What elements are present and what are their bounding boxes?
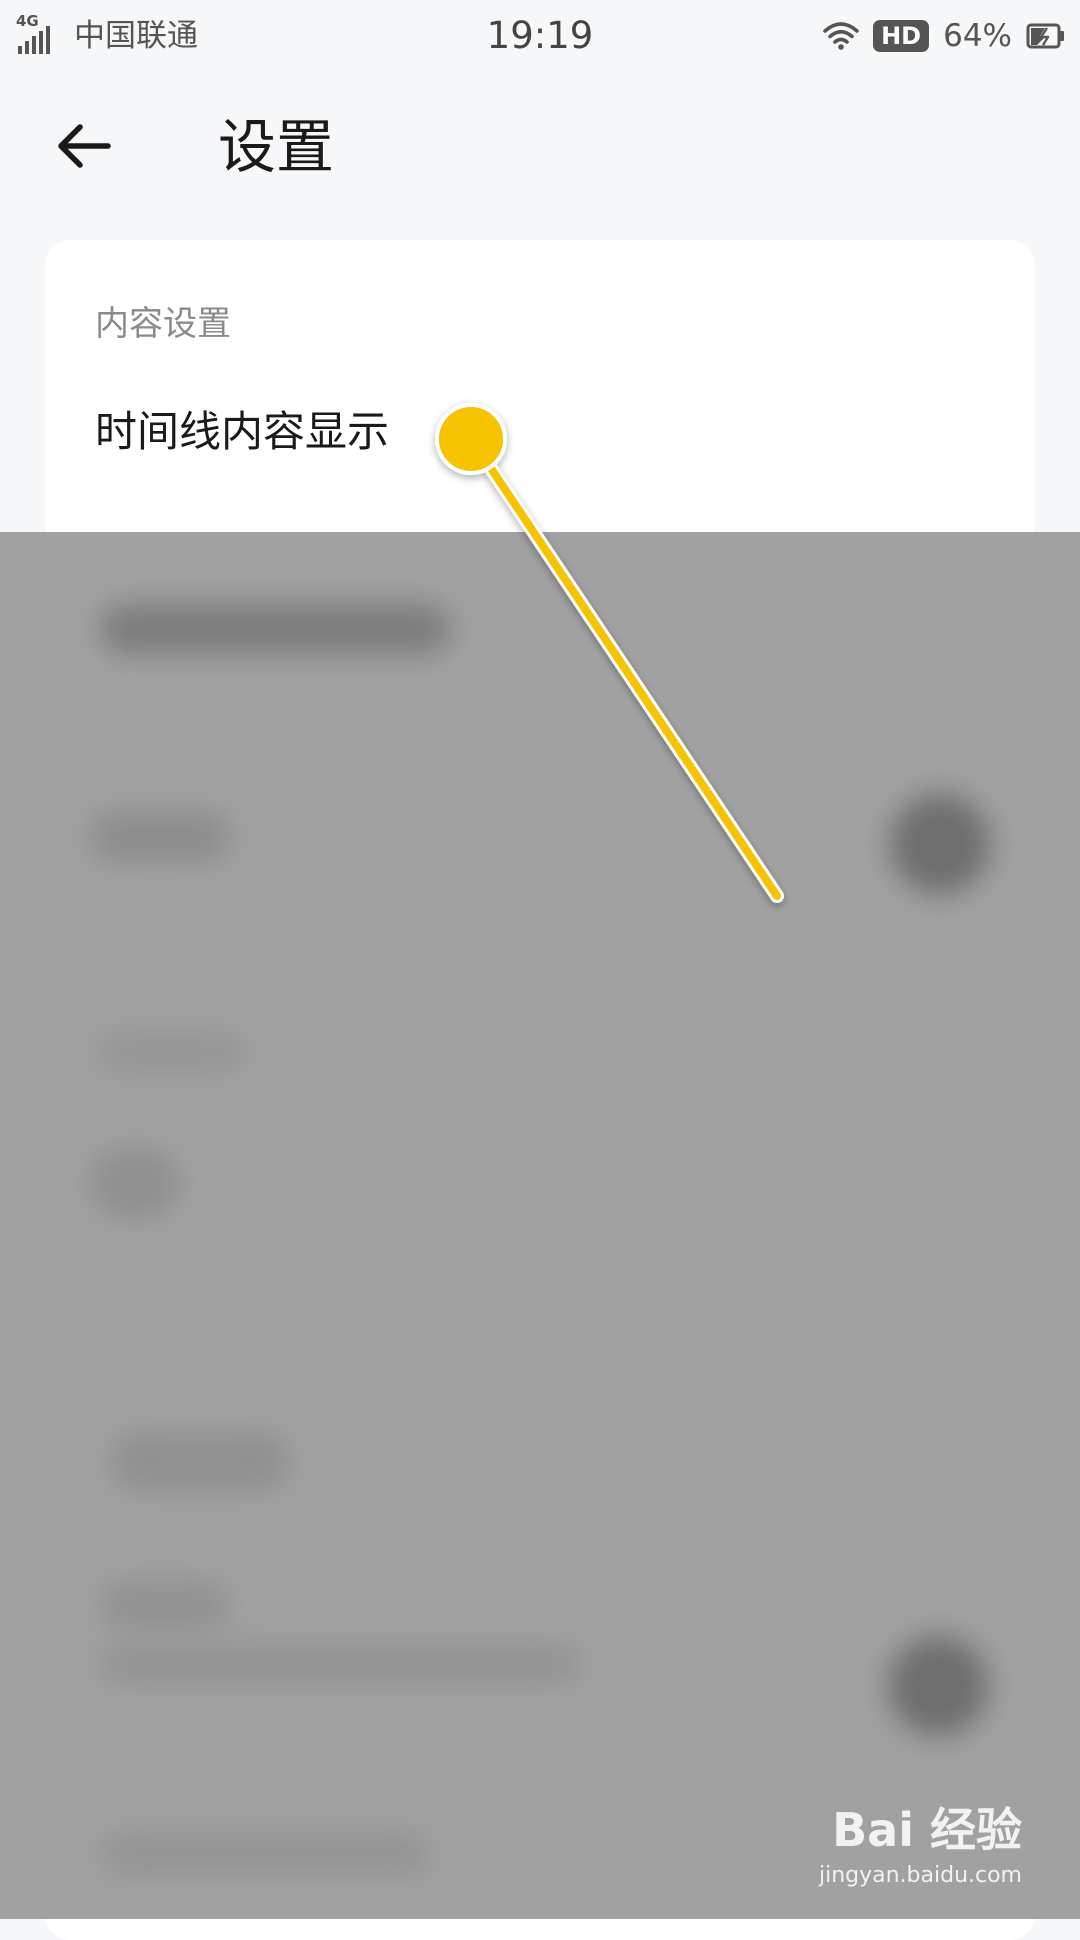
section-title: 内容设置 — [95, 304, 231, 344]
blurred-row — [90, 812, 230, 862]
watermark-brand: Bai 经验 — [832, 1803, 1022, 1857]
wifi-icon — [823, 22, 859, 50]
page-title: 设置 — [218, 113, 335, 181]
blurred-toggle — [890, 794, 990, 894]
dim-overlay — [0, 532, 1080, 1919]
blurred-row — [100, 1580, 230, 1630]
watermark-url: jingyan.baidu.com — [818, 1863, 1022, 1888]
blurred-row — [110, 1432, 290, 1492]
blurred-row — [100, 1832, 430, 1876]
back-button[interactable] — [44, 106, 124, 186]
status-bar: 4G 中国联通 19:19 HD 64% — [0, 0, 1080, 76]
blurred-row — [90, 1148, 180, 1218]
hd-badge: HD — [873, 20, 930, 52]
app-header: 设置 — [0, 76, 1080, 216]
blurred-row — [100, 604, 450, 654]
battery-percent: 64% — [943, 18, 1012, 54]
status-right: HD 64% — [823, 16, 1066, 56]
battery-charging-icon — [1026, 23, 1064, 49]
setting-item-timeline-display[interactable]: 时间线内容显示 — [45, 380, 1035, 492]
blurred-toggle — [888, 1636, 988, 1736]
blurred-row — [100, 1644, 580, 1684]
watermark: Bai 经验 jingyan.baidu.com — [802, 1800, 1022, 1900]
blurred-row — [96, 1032, 246, 1072]
setting-item-label: 时间线内容显示 — [95, 407, 390, 456]
arrow-left-icon — [58, 124, 111, 168]
